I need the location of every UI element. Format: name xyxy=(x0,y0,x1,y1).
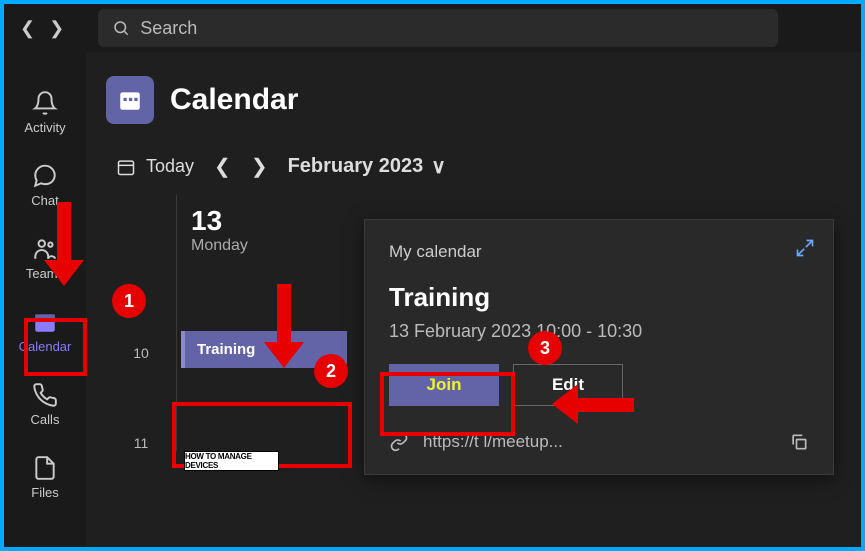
teams-icon xyxy=(32,236,58,262)
sidebar-item-label: Activity xyxy=(24,120,65,135)
sidebar-item-calendar[interactable]: Calendar xyxy=(15,309,75,354)
copy-icon[interactable] xyxy=(789,432,809,452)
event-datetime: 13 February 2023 10:00 - 10:30 xyxy=(389,321,809,342)
sidebar-item-calls[interactable]: Calls xyxy=(15,382,75,427)
watermark: HOW TO MANAGE DEVICES xyxy=(184,451,279,471)
day-number: 13 xyxy=(177,195,351,237)
sidebar-item-label: Chat xyxy=(31,193,58,208)
sidebar-item-activity[interactable]: Activity xyxy=(15,90,75,135)
phone-icon xyxy=(32,382,58,408)
day-column[interactable]: 13 Monday Training xyxy=(176,195,351,451)
month-label: February 2023 xyxy=(288,155,424,178)
month-picker[interactable]: February 2023 ∨ xyxy=(288,154,446,179)
calendar-header-icon xyxy=(106,76,154,124)
expand-icon[interactable] xyxy=(795,238,815,264)
search-placeholder: Search xyxy=(140,18,197,39)
sidebar-item-label: Files xyxy=(31,485,58,500)
sidebar-item-files[interactable]: Files xyxy=(15,455,75,500)
search-icon xyxy=(112,19,130,37)
join-button[interactable]: Join xyxy=(389,364,499,406)
time-label: 10 xyxy=(106,345,176,435)
prev-week-button[interactable]: ❮ xyxy=(214,154,231,179)
sidebar-item-chat[interactable]: Chat xyxy=(15,163,75,208)
chevron-down-icon: ∨ xyxy=(431,154,446,179)
sidebar-item-label: Calls xyxy=(31,412,60,427)
time-label: 11 xyxy=(106,435,176,451)
today-icon xyxy=(116,157,136,177)
calendar-event[interactable]: Training xyxy=(181,331,347,368)
event-popover: My calendar Training 13 February 2023 10… xyxy=(364,219,834,475)
chat-icon xyxy=(32,163,58,189)
day-name: Monday xyxy=(177,237,351,267)
edit-button[interactable]: Edit xyxy=(513,364,623,406)
link-icon xyxy=(389,432,409,452)
next-week-button[interactable]: ❯ xyxy=(251,154,268,179)
calendar-icon xyxy=(32,309,58,335)
sidebar-item-teams[interactable]: Teams xyxy=(15,236,75,281)
meeting-link[interactable]: https://t l/meetup... xyxy=(423,432,775,452)
nav-forward-button[interactable]: ❯ xyxy=(49,18,64,39)
file-icon xyxy=(32,455,58,481)
popover-label: My calendar xyxy=(389,242,809,262)
search-input[interactable]: Search xyxy=(98,9,778,47)
today-button[interactable]: Today xyxy=(116,156,194,177)
sidebar-item-label: Teams xyxy=(26,266,64,281)
bell-icon xyxy=(32,90,58,116)
nav-back-button[interactable]: ❮ xyxy=(20,18,35,39)
event-title: Training xyxy=(389,282,809,313)
today-label: Today xyxy=(146,156,194,177)
page-title: Calendar xyxy=(170,83,298,117)
sidebar-item-label: Calendar xyxy=(19,339,72,354)
